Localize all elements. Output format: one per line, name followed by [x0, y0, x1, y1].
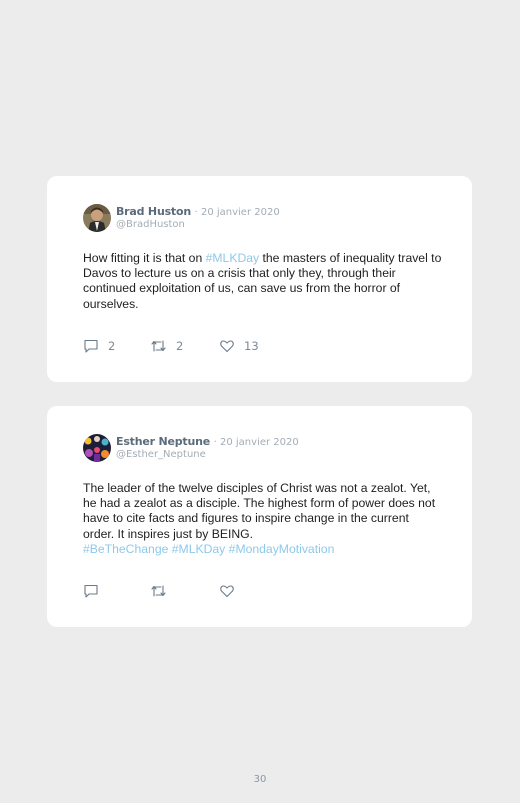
hashtag-links[interactable]: #BeTheChange #MLKDay #MondayMotivation: [83, 542, 334, 556]
page-number: 30: [253, 774, 267, 785]
heart-icon: [220, 340, 234, 353]
heart-icon: [220, 585, 234, 598]
reply-icon: [84, 584, 98, 598]
avatar[interactable]: [83, 434, 111, 462]
author-name[interactable]: Esther Neptune · 20 janvier 2020: [116, 435, 299, 448]
author-handle[interactable]: @BradHuston: [116, 219, 185, 230]
like-button[interactable]: [219, 582, 235, 600]
author-name-text[interactable]: Esther Neptune: [116, 435, 210, 448]
tweet-header: Esther Neptune · 20 janvier 2020 @Esther…: [83, 434, 443, 464]
reply-icon: [84, 339, 98, 353]
tweet-text: How fitting it is that on #MLKDay the ma…: [83, 251, 443, 312]
reply-count: 2: [108, 339, 116, 353]
like-count: 13: [244, 339, 259, 353]
avatar[interactable]: [83, 204, 111, 232]
retweet-count: 2: [176, 339, 184, 353]
tweet-actions: 2 2 13: [83, 337, 283, 355]
tweet-text-part: How fitting it is that on: [83, 251, 206, 265]
author-name-text[interactable]: Brad Huston: [116, 205, 191, 218]
tweet-card: Esther Neptune · 20 janvier 2020 @Esther…: [47, 406, 472, 627]
hashtag-link[interactable]: #MLKDay: [206, 251, 260, 265]
tweet-header: Brad Huston · 20 janvier 2020 @BradHusto…: [83, 204, 443, 234]
tweet-actions: [83, 582, 283, 600]
tweet-text: The leader of the twelve disciples of Ch…: [83, 481, 443, 557]
retweet-icon: [151, 340, 166, 352]
author-name[interactable]: Brad Huston · 20 janvier 2020: [116, 205, 280, 218]
reply-button[interactable]: 2: [83, 337, 115, 355]
like-button[interactable]: 13: [219, 337, 259, 355]
author-handle[interactable]: @Esther_Neptune: [116, 449, 206, 460]
retweet-icon: [151, 585, 166, 597]
tweet-text-part: The leader of the twelve disciples of Ch…: [83, 481, 436, 541]
retweet-button[interactable]: [150, 582, 167, 600]
tweet-card: Brad Huston · 20 janvier 2020 @BradHusto…: [47, 176, 472, 382]
tweet-date: · 20 janvier 2020: [213, 437, 299, 448]
retweet-button[interactable]: 2: [150, 337, 183, 355]
tweet-date: · 20 janvier 2020: [194, 207, 280, 218]
reply-button[interactable]: [83, 582, 99, 600]
